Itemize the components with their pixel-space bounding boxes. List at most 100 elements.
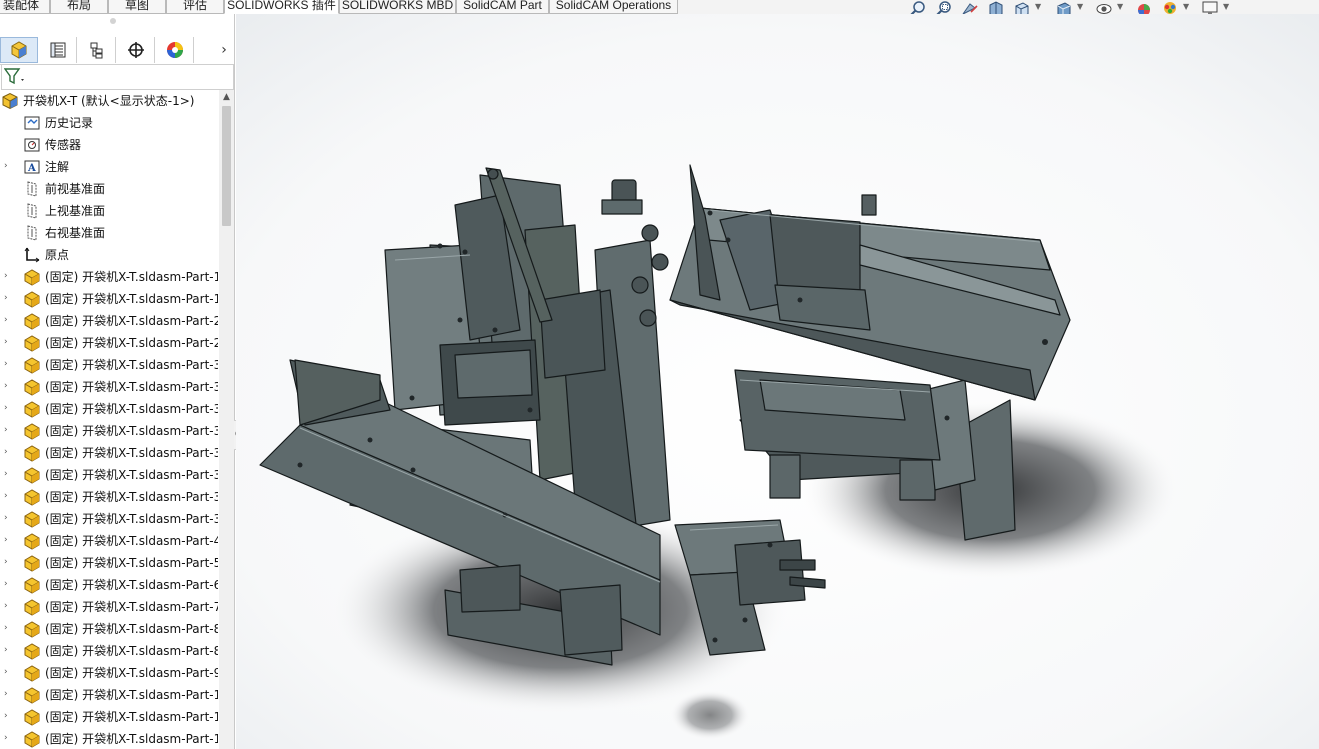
expand-arrow-icon[interactable]: › <box>4 513 12 523</box>
configuration-manager-tab-icon <box>90 42 102 59</box>
plane-icon <box>23 224 41 242</box>
tree-node-item-28[interactable]: › (固定) 开袋机X-T.sldasm-Part-1 <box>0 728 218 749</box>
view-settings-caret-icon[interactable]: ▼ <box>1223 2 1229 11</box>
tree-node-item-6[interactable]: 原点 <box>0 244 218 266</box>
tab-layout[interactable]: 布局 <box>50 0 108 14</box>
tab-feature-manager[interactable] <box>0 37 38 63</box>
tab-sketch[interactable]: 草图 <box>108 0 166 14</box>
expand-arrow-icon[interactable]: › <box>4 337 12 347</box>
graphics-area[interactable] <box>236 14 1319 749</box>
expand-arrow-icon[interactable]: › <box>4 469 12 479</box>
expand-arrow-icon[interactable]: › <box>4 623 12 633</box>
tree-node-item-13[interactable]: › (固定) 开袋机X-T.sldasm-Part-3 <box>0 398 218 420</box>
tab-solidcam-operations[interactable]: SolidCAM Operations <box>549 0 678 14</box>
tree-node-item-24[interactable]: › (固定) 开袋机X-T.sldasm-Part-8 <box>0 640 218 662</box>
tree-node-item-23[interactable]: › (固定) 开袋机X-T.sldasm-Part-8 <box>0 618 218 640</box>
expand-arrow-icon[interactable]: › <box>4 733 12 743</box>
part-icon <box>23 444 41 462</box>
assembly-3d-model[interactable] <box>236 14 1319 749</box>
expand-arrow-icon[interactable]: › <box>4 381 12 391</box>
expand-arrow-icon[interactable]: › <box>4 271 12 281</box>
expand-arrow-icon[interactable]: › <box>4 645 12 655</box>
expand-arrow-icon[interactable]: › <box>4 161 12 171</box>
tree-node-item-14[interactable]: › (固定) 开袋机X-T.sldasm-Part-3 <box>0 420 218 442</box>
dimxpert-manager-tab-icon <box>127 42 144 58</box>
display-style-caret-icon[interactable]: ▼ <box>1077 2 1083 11</box>
tree-node-item-9[interactable]: › (固定) 开袋机X-T.sldasm-Part-2 <box>0 310 218 332</box>
tree-node-item-1[interactable]: 传感器 <box>0 134 218 156</box>
scroll-up-arrow-icon[interactable]: ▲ <box>219 90 234 104</box>
expand-arrow-icon[interactable]: › <box>4 491 12 501</box>
tree-node-label: 开袋机X-T (默认<显示状态-1>) <box>23 94 195 108</box>
part-icon <box>23 620 41 638</box>
tab-solidworks-mbd[interactable]: SOLIDWORKS MBD <box>339 0 456 14</box>
tree-node-item-27[interactable]: › (固定) 开袋机X-T.sldasm-Part-1 <box>0 706 218 728</box>
expand-arrow-icon[interactable]: › <box>4 689 12 699</box>
tree-node-item-18[interactable]: › (固定) 开袋机X-T.sldasm-Part-3 <box>0 508 218 530</box>
tab-solidcam-part[interactable]: SolidCAM Part <box>456 0 549 14</box>
tree-node-label: (固定) 开袋机X-T.sldasm-Part-3 <box>45 358 218 372</box>
expand-arrow-icon[interactable]: › <box>4 711 12 721</box>
part-icon <box>23 510 41 528</box>
tab-assembly[interactable]: 装配体 <box>0 0 50 14</box>
tree-node-item-0[interactable]: 历史记录 <box>0 112 218 134</box>
tree-node-label: (固定) 开袋机X-T.sldasm-Part-8 <box>45 622 218 636</box>
tab-property-manager[interactable] <box>39 37 77 63</box>
more-tabs-chevron-icon[interactable]: › <box>216 38 232 62</box>
tree-node-item-21[interactable]: › (固定) 开袋机X-T.sldasm-Part-6 <box>0 574 218 596</box>
part-icon <box>23 576 41 594</box>
expand-arrow-icon[interactable]: › <box>4 293 12 303</box>
tree-node-item-15[interactable]: › (固定) 开袋机X-T.sldasm-Part-3 <box>0 442 218 464</box>
expand-arrow-icon[interactable]: › <box>4 579 12 589</box>
tree-node-label: (固定) 开袋机X-T.sldasm-Part-3 <box>45 424 218 438</box>
tree-node-label: (固定) 开袋机X-T.sldasm-Part-6 <box>45 578 218 592</box>
expand-arrow-icon[interactable]: › <box>4 667 12 677</box>
tree-node-item-12[interactable]: › (固定) 开袋机X-T.sldasm-Part-3 <box>0 376 218 398</box>
tree-node-item-8[interactable]: › (固定) 开袋机X-T.sldasm-Part-1 <box>0 288 218 310</box>
hide-show-caret-icon[interactable]: ▼ <box>1117 2 1123 11</box>
tree-node-item-16[interactable]: › (固定) 开袋机X-T.sldasm-Part-3 <box>0 464 218 486</box>
expand-arrow-icon[interactable]: › <box>4 447 12 457</box>
expand-arrow-icon[interactable]: › <box>4 601 12 611</box>
assembly-root-icon <box>1 92 19 110</box>
tree-node-item-7[interactable]: › (固定) 开袋机X-T.sldasm-Part-1 <box>0 266 218 288</box>
tree-node-label: (固定) 开袋机X-T.sldasm-Part-3 <box>45 380 218 394</box>
tree-node-item-3[interactable]: 前视基准面 <box>0 178 218 200</box>
tree-node-item-19[interactable]: › (固定) 开袋机X-T.sldasm-Part-4 <box>0 530 218 552</box>
expand-arrow-icon[interactable]: › <box>4 315 12 325</box>
tab-display-manager[interactable] <box>156 37 194 63</box>
panel-grip[interactable] <box>110 18 116 24</box>
apply-scene-caret-icon[interactable]: ▼ <box>1183 2 1189 11</box>
tree-node-root[interactable]: 开袋机X-T (默认<显示状态-1>) <box>0 90 218 112</box>
tree-node-item-17[interactable]: › (固定) 开袋机X-T.sldasm-Part-3 <box>0 486 218 508</box>
expand-arrow-icon[interactable]: › <box>4 557 12 567</box>
tree-node-label: 传感器 <box>45 138 82 152</box>
expand-arrow-icon[interactable]: › <box>4 359 12 369</box>
tree-node-item-25[interactable]: › (固定) 开袋机X-T.sldasm-Part-9 <box>0 662 218 684</box>
tree-node-item-26[interactable]: › (固定) 开袋机X-T.sldasm-Part-1 <box>0 684 218 706</box>
filter-icon[interactable] <box>4 68 26 86</box>
tab-configuration-manager[interactable] <box>78 37 116 63</box>
tree-node-item-10[interactable]: › (固定) 开袋机X-T.sldasm-Part-2 <box>0 332 218 354</box>
tree-node-label: 原点 <box>45 248 70 262</box>
tree-node-item-11[interactable]: › (固定) 开袋机X-T.sldasm-Part-3 <box>0 354 218 376</box>
tree-node-label: (固定) 开袋机X-T.sldasm-Part-1 <box>45 732 218 746</box>
tab-solidworks-addins[interactable]: SOLIDWORKS 插件 <box>224 0 339 14</box>
tree-node-item-4[interactable]: 上视基准面 <box>0 200 218 222</box>
tree-node-label: (固定) 开袋机X-T.sldasm-Part-8 <box>45 644 218 658</box>
expand-arrow-icon[interactable]: › <box>4 425 12 435</box>
tree-node-item-5[interactable]: 右视基准面 <box>0 222 218 244</box>
scroll-thumb[interactable] <box>222 106 231 226</box>
tab-dimxpert-manager[interactable] <box>117 37 155 63</box>
tree-node-item-2[interactable]: › A 注解 <box>0 156 218 178</box>
tab-evaluate[interactable]: 评估 <box>166 0 224 14</box>
tree-node-label: (固定) 开袋机X-T.sldasm-Part-3 <box>45 468 218 482</box>
tree-node-item-20[interactable]: › (固定) 开袋机X-T.sldasm-Part-5 <box>0 552 218 574</box>
tree-node-item-22[interactable]: › (固定) 开袋机X-T.sldasm-Part-7 <box>0 596 218 618</box>
plane-icon <box>23 180 41 198</box>
feature-filter-bar[interactable] <box>1 64 234 90</box>
expand-arrow-icon[interactable]: › <box>4 535 12 545</box>
expand-arrow-icon[interactable]: › <box>4 403 12 413</box>
tree-scrollbar[interactable]: ▲ <box>219 90 234 749</box>
view-orientation-caret-icon[interactable]: ▼ <box>1035 2 1041 11</box>
